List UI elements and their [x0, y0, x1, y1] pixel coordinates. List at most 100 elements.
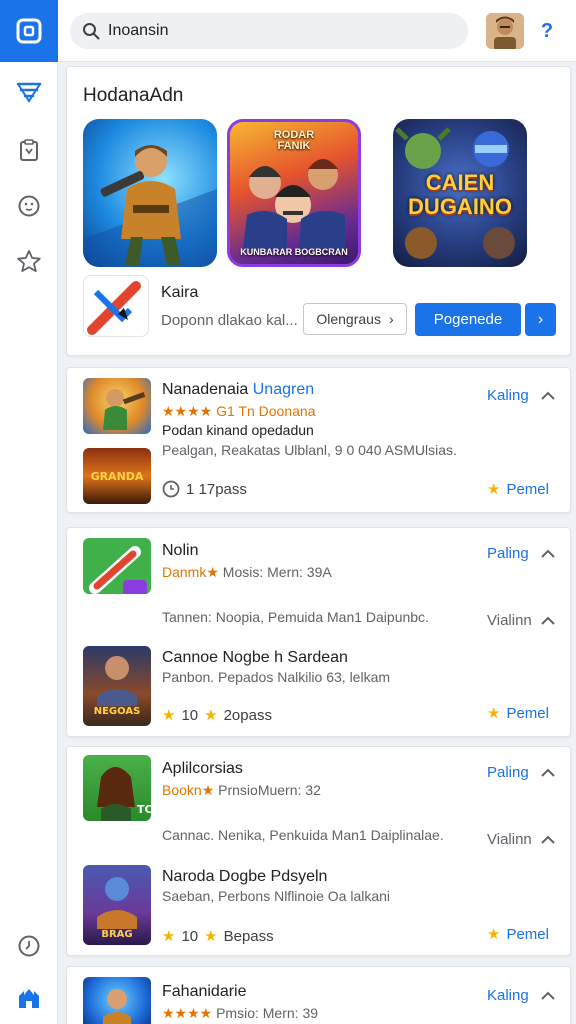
- favorite-action[interactable]: ★ Pemel: [487, 704, 549, 723]
- search-value: Inoansin: [108, 22, 169, 39]
- app-link[interactable]: Kaling: [487, 387, 529, 404]
- featured-app-name: Kaira: [161, 284, 199, 301]
- star-icon: ★: [487, 481, 501, 498]
- rating-stars: Danmk★: [162, 564, 219, 580]
- star-icon[interactable]: [0, 241, 58, 281]
- app-link[interactable]: Kaling: [487, 987, 529, 1004]
- app-footer: ★ 10 ★ Bepass: [162, 927, 274, 946]
- app-card: NEGOAS Nolin Danmk★ Mosis: Mern: 39A Tan…: [66, 527, 571, 737]
- clock-icon[interactable]: [0, 926, 58, 966]
- rating-suffix: Tn Doonana: [238, 403, 316, 419]
- chevron-right-icon: ›: [388, 311, 394, 327]
- app-link[interactable]: Paling: [487, 545, 529, 562]
- star-icon: ★: [204, 928, 218, 945]
- app-title: Cannoe Nogbe h Sardean: [162, 649, 348, 666]
- chevron-up-icon[interactable]: [539, 764, 557, 782]
- rating-stars: Bookn★: [162, 782, 215, 798]
- app-logo-icon[interactable]: [0, 0, 58, 62]
- app-title-accent: Unagren: [252, 381, 315, 398]
- chevron-up-icon[interactable]: [539, 545, 557, 563]
- help-icon[interactable]: ?: [536, 18, 558, 44]
- banner-clash-caption: CAIEN DUGAINO: [408, 170, 512, 219]
- footer-pass: 2opass: [223, 706, 272, 724]
- sidebar: [0, 0, 58, 1024]
- favorite-label: Pemel: [506, 925, 549, 943]
- app-meta-text: Pmsio: Mern: 39: [216, 1005, 319, 1021]
- store-icon[interactable]: [0, 978, 58, 1018]
- app-thumbnail[interactable]: [83, 378, 151, 434]
- app-title-main: Nanadenaia: [162, 381, 249, 398]
- banner-hero-team[interactable]: RODAR FANIK KUNBARAR BOGBCRAN: [227, 119, 361, 267]
- svg-text:TC: TC: [137, 803, 151, 816]
- app-subtitle: Saeban, Perbons Nlflinoie Oa lalkani: [162, 888, 391, 904]
- app-meta: Bookn★ PrnsioMuern: 32: [162, 782, 321, 799]
- chevron-up-icon[interactable]: [539, 987, 557, 1005]
- app-thumbnail[interactable]: GRANDA: [83, 448, 151, 504]
- search-input[interactable]: Inoansin: [70, 13, 468, 49]
- app-title: Nolin: [162, 542, 199, 559]
- emoji-icon[interactable]: [0, 186, 58, 226]
- kaira-app-logo: [83, 275, 149, 337]
- avatar[interactable]: [486, 13, 524, 49]
- filter-icon[interactable]: [0, 72, 58, 112]
- app-card: GRANDA Nanadenaia Unagren ★★★★ G1 Tn Doo…: [66, 367, 571, 513]
- favorite-label: Pemel: [506, 480, 549, 498]
- secondary-link[interactable]: Vialinn: [487, 612, 532, 629]
- svg-text:BRAG: BRAG: [101, 929, 132, 940]
- footer-pass: Bepass: [223, 927, 274, 945]
- app-meta: ★★★★ Pmsio: Mern: 39: [162, 1005, 318, 1022]
- details-button[interactable]: Olengraus ›: [303, 303, 407, 335]
- install-more-button[interactable]: ›: [525, 303, 556, 336]
- app-subtitle: Panbon. Pepados Nalkilio 63, lelkam: [162, 669, 391, 685]
- app-subtitle: Podan kinand opedadun: [162, 422, 314, 438]
- footer-count: 10: [181, 706, 199, 724]
- app-link[interactable]: Paling: [487, 764, 529, 781]
- app-thumbnail[interactable]: BRAG: [83, 865, 151, 945]
- app-rating: ★★★★ G1 Tn Doonana: [162, 403, 315, 420]
- banner-hero-team-caption-top: RODAR FANIK: [273, 129, 315, 152]
- svg-text:NEGOAS: NEGOAS: [94, 706, 141, 717]
- secondary-link[interactable]: Vialinn: [487, 831, 532, 848]
- favorite-action[interactable]: ★ Pemel: [487, 480, 549, 499]
- chevron-up-icon[interactable]: [539, 831, 557, 849]
- star-icon: ★: [487, 705, 501, 722]
- app-description: Tannen: Noopia, Pemuida Man1 Daipunbc.: [162, 609, 429, 625]
- rating-stars: ★★★★: [162, 1005, 213, 1021]
- app-meta: Danmk★ Mosis: Mern: 39A: [162, 564, 332, 581]
- app-card: TC BRAG Aplilcorsias Bookn★ PrnsioMuern:…: [66, 746, 571, 956]
- banner-clash-game[interactable]: CAIEN DUGAINO: [393, 119, 527, 267]
- svg-text:GRANDA: GRANDA: [91, 470, 144, 483]
- footer-count: 1 17pass: [186, 480, 247, 498]
- app-meta-text: Mosis: Mern: 39A: [222, 564, 332, 580]
- star-icon: ★: [204, 707, 218, 724]
- app-title: Nanadenaia Unagren: [162, 381, 314, 399]
- featured-title: HodanaAdn: [83, 85, 184, 106]
- chevron-up-icon[interactable]: [539, 612, 557, 630]
- favorite-action[interactable]: ★ Pemel: [487, 925, 549, 944]
- chevron-up-icon[interactable]: [539, 387, 557, 405]
- chevron-right-icon: ›: [537, 310, 544, 328]
- app-meta-text: PrnsioMuern: 32: [218, 782, 321, 798]
- clipboard-icon[interactable]: [0, 130, 58, 170]
- app-thumbnail[interactable]: TC: [83, 755, 151, 821]
- app-thumbnail[interactable]: [83, 538, 151, 594]
- star-icon: ★: [162, 928, 176, 945]
- rating-stars: ★★★★ G1: [162, 403, 235, 419]
- app-thumbnail[interactable]: [83, 977, 151, 1024]
- app-title: Fahanidarie: [162, 983, 247, 1000]
- app-thumbnail[interactable]: NEGOAS: [83, 646, 151, 726]
- featured-card: HodanaAdn RODAR FANIK KUNBARAR BOGBCRAN: [66, 66, 571, 356]
- app-card: Fahanidarie ★★★★ Pmsio: Mern: 39 Kaling: [66, 966, 571, 1024]
- install-button[interactable]: Pogenede: [415, 303, 521, 336]
- footer-count: 10: [181, 927, 199, 945]
- app-title: Aplilcorsias: [162, 760, 243, 777]
- star-icon: ★: [162, 707, 176, 724]
- details-button-label: Olengraus: [316, 311, 381, 327]
- app-footer: 1 17pass: [162, 480, 247, 498]
- banner-hero-soldier[interactable]: [83, 119, 217, 267]
- favorite-label: Pemel: [506, 704, 549, 722]
- featured-app-desc: Doponn dlakao kal...: [161, 312, 298, 329]
- search-icon: [83, 23, 100, 40]
- app-description: Cannac. Nenika, Penkuida Man1 Daiplinala…: [162, 827, 444, 843]
- banner-hero-team-caption-bottom: KUNBARAR BOGBCRAN: [240, 247, 348, 257]
